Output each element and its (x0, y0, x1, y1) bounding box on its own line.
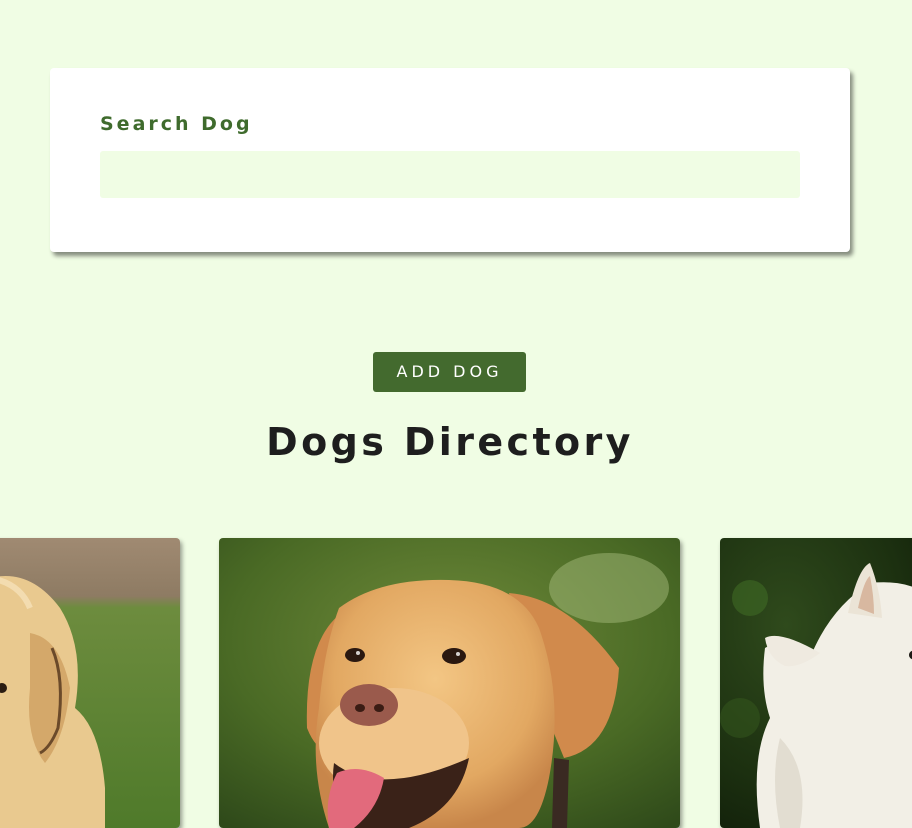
dog-photo (720, 538, 912, 828)
page-title: Dogs Directory (266, 420, 634, 464)
add-dog-button[interactable]: ADD DOG (373, 352, 526, 392)
dog-card[interactable] (0, 538, 180, 828)
dog-card[interactable] (720, 538, 912, 828)
search-label: Search Dog (100, 113, 253, 135)
search-card: Search Dog (50, 68, 850, 252)
search-input[interactable] (100, 151, 800, 198)
dog-card[interactable] (219, 538, 680, 828)
dog-photo (0, 538, 180, 828)
dog-photo (219, 538, 680, 828)
